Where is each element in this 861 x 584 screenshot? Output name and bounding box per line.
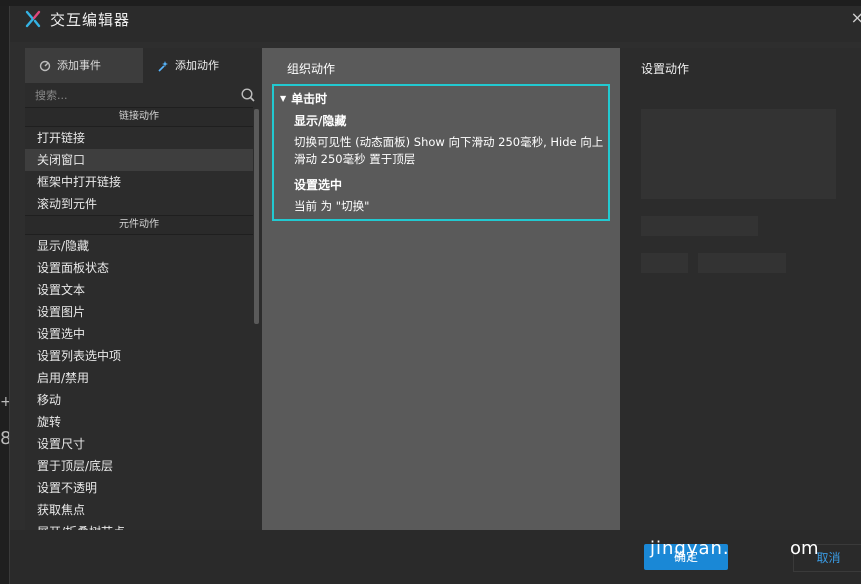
collapse-triangle-icon[interactable]: ▼ [280, 94, 286, 103]
configure-action-panel: 设置动作 [620, 48, 861, 530]
watermark-text: jingyan. [650, 538, 730, 559]
list-item-rotate[interactable]: 旋转 [25, 411, 253, 433]
list-item-scroll-to-widget[interactable]: 滚动到元件 [25, 193, 253, 215]
list-item-show-hide[interactable]: 显示/隐藏 [25, 235, 253, 257]
organize-actions-panel: 组织动作 ▼ 单击时 显示/隐藏 切换可见性 (动态面板) Show 向下滑动 2… [262, 48, 620, 530]
list-item-set-panel-state[interactable]: 设置面板状态 [25, 257, 253, 279]
panel-tabs: 添加事件 添加动作 [25, 48, 262, 83]
action-title-set-selected[interactable]: 设置选中 [294, 176, 342, 193]
case-label: 单击时 [291, 92, 328, 106]
event-icon [39, 60, 51, 72]
watermark-text-tail: om [790, 538, 819, 559]
action-title-show-hide[interactable]: 显示/隐藏 [294, 112, 346, 129]
configure-action-title: 设置动作 [641, 62, 690, 76]
placeholder-line [641, 216, 758, 236]
list-item-open-link[interactable]: 打开链接 [25, 127, 253, 149]
list-item-move[interactable]: 移动 [25, 389, 253, 411]
action-desc-show-hide: 切换可见性 (动态面板) Show 向下滑动 250毫秒, Hide 向上滑动 … [294, 135, 604, 166]
list-item-bring-front-back[interactable]: 置于顶层/底层 [25, 455, 253, 477]
placeholder-block [641, 109, 836, 199]
list-item-set-list-selected[interactable]: 设置列表选中项 [25, 345, 253, 367]
list-item-set-image[interactable]: 设置图片 [25, 301, 253, 323]
search-input[interactable] [35, 86, 235, 104]
action-sparkle-icon [158, 61, 168, 72]
placeholder-chip [698, 253, 786, 273]
background-app-left: + 8 [0, 6, 12, 584]
interaction-editor-dialog: 交互编辑器 × 添加事件 添加动作 搜索... 链接动作 打开链接 关闭窗口 框… [9, 6, 861, 584]
list-item-set-text[interactable]: 设置文本 [25, 279, 253, 301]
action-library-panel: 添加事件 添加动作 链接动作 打开链接 关闭窗口 框架中打开链接 滚动到元件 元… [25, 48, 262, 530]
tab-add-event-label: 添加事件 [57, 59, 101, 72]
list-item-set-opacity[interactable]: 设置不透明 [25, 477, 253, 499]
list-item-set-size[interactable]: 设置尺寸 [25, 433, 253, 455]
placeholder-chip [641, 253, 688, 273]
list-item-enable-disable[interactable]: 启用/禁用 [25, 367, 253, 389]
dialog-title: 交互编辑器 [50, 11, 131, 29]
close-icon[interactable]: × [851, 8, 861, 27]
list-scrollbar[interactable] [254, 109, 259, 324]
organize-actions-title: 组织动作 [287, 62, 336, 76]
list-item-close-window[interactable]: 关闭窗口 [25, 149, 253, 171]
tab-add-action[interactable]: 添加动作 [143, 48, 262, 83]
action-desc-set-selected: 当前 为 "切换" [294, 199, 370, 213]
list-item-expand-collapse-tree[interactable]: 展开/折叠树节点 [25, 521, 253, 530]
case-header[interactable]: ▼ 单击时 [280, 90, 327, 107]
group-header-widget-actions: 元件动作 [25, 215, 253, 235]
group-header-link-actions: 链接动作 [25, 107, 253, 127]
tab-add-event[interactable]: 添加事件 [25, 48, 143, 83]
search-bar [25, 83, 262, 107]
case-block[interactable]: ▼ 单击时 显示/隐藏 切换可见性 (动态面板) Show 向下滑动 250毫秒,… [272, 84, 610, 221]
tab-add-action-label: 添加动作 [175, 59, 219, 72]
list-item-set-selected[interactable]: 设置选中 [25, 323, 253, 345]
app-logo-icon [25, 10, 41, 28]
dialog-footer: 确定 取消 [10, 530, 861, 584]
title-bar[interactable]: 交互编辑器 × [10, 6, 861, 42]
action-list: 链接动作 打开链接 关闭窗口 框架中打开链接 滚动到元件 元件动作 显示/隐藏 … [25, 107, 253, 530]
list-item-focus[interactable]: 获取焦点 [25, 499, 253, 521]
search-icon[interactable] [240, 87, 256, 103]
list-item-open-link-in-frame[interactable]: 框架中打开链接 [25, 171, 253, 193]
